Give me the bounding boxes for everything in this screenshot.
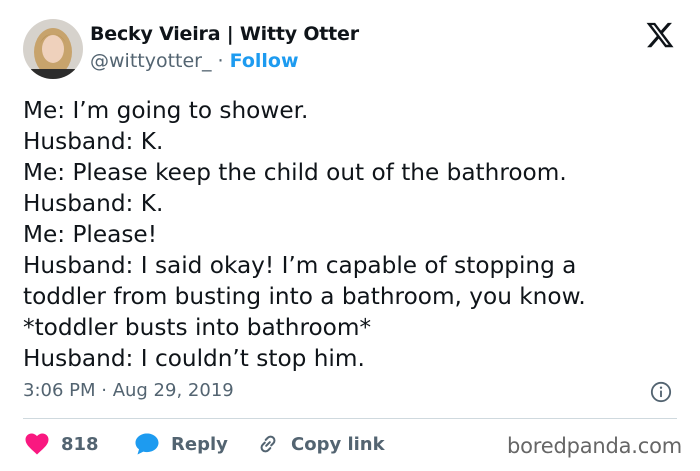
tweet-line: *toddler busts into bathroom* [23, 314, 372, 341]
handle-separator: · [211, 50, 230, 72]
tweet-line: Me: Please keep the child out of the bat… [23, 159, 567, 186]
author-avatar[interactable] [23, 19, 83, 79]
action-divider [23, 418, 677, 419]
tweet-line: Husband: K. [23, 190, 164, 217]
x-logo-icon[interactable] [645, 20, 675, 50]
like-count: 818 [61, 433, 99, 455]
tweet-line: Husband: K. [23, 128, 164, 155]
tweet-line: Me: I’m going to shower. [23, 97, 309, 124]
link-icon [260, 435, 276, 453]
tweet-text: Me: I’m going to shower. Husband: K. Me:… [23, 95, 683, 374]
author-handle-line: @wittyotter_ · Follow [90, 50, 299, 72]
copy-link-label: Copy link [291, 433, 385, 455]
author-handle[interactable]: @wittyotter_ [90, 50, 212, 72]
author-display-name[interactable]: Becky Vieira | Witty Otter [90, 23, 359, 45]
watermark: boredpanda.com [507, 434, 683, 458]
tweet-line: Husband: I couldn’t stop him. [23, 345, 365, 372]
heart-icon [25, 433, 49, 455]
like-button[interactable]: 818 [25, 430, 99, 458]
reply-button[interactable]: Reply [135, 430, 228, 458]
tweet-line: toddler from busting into a bathroom, yo… [23, 283, 586, 310]
speech-bubble-icon [135, 433, 159, 455]
reply-label: Reply [171, 433, 228, 455]
tweet-timestamp[interactable]: 3:06 PM · Aug 29, 2019 [23, 380, 234, 401]
tweet-line: Me: Please! [23, 221, 157, 248]
tweet-line: Husband: I said okay! I’m capable of sto… [23, 252, 577, 279]
avatar-image [23, 19, 83, 79]
copy-link-button[interactable]: Copy link [257, 430, 385, 458]
info-icon[interactable] [650, 381, 672, 403]
follow-button[interactable]: Follow [230, 50, 299, 72]
